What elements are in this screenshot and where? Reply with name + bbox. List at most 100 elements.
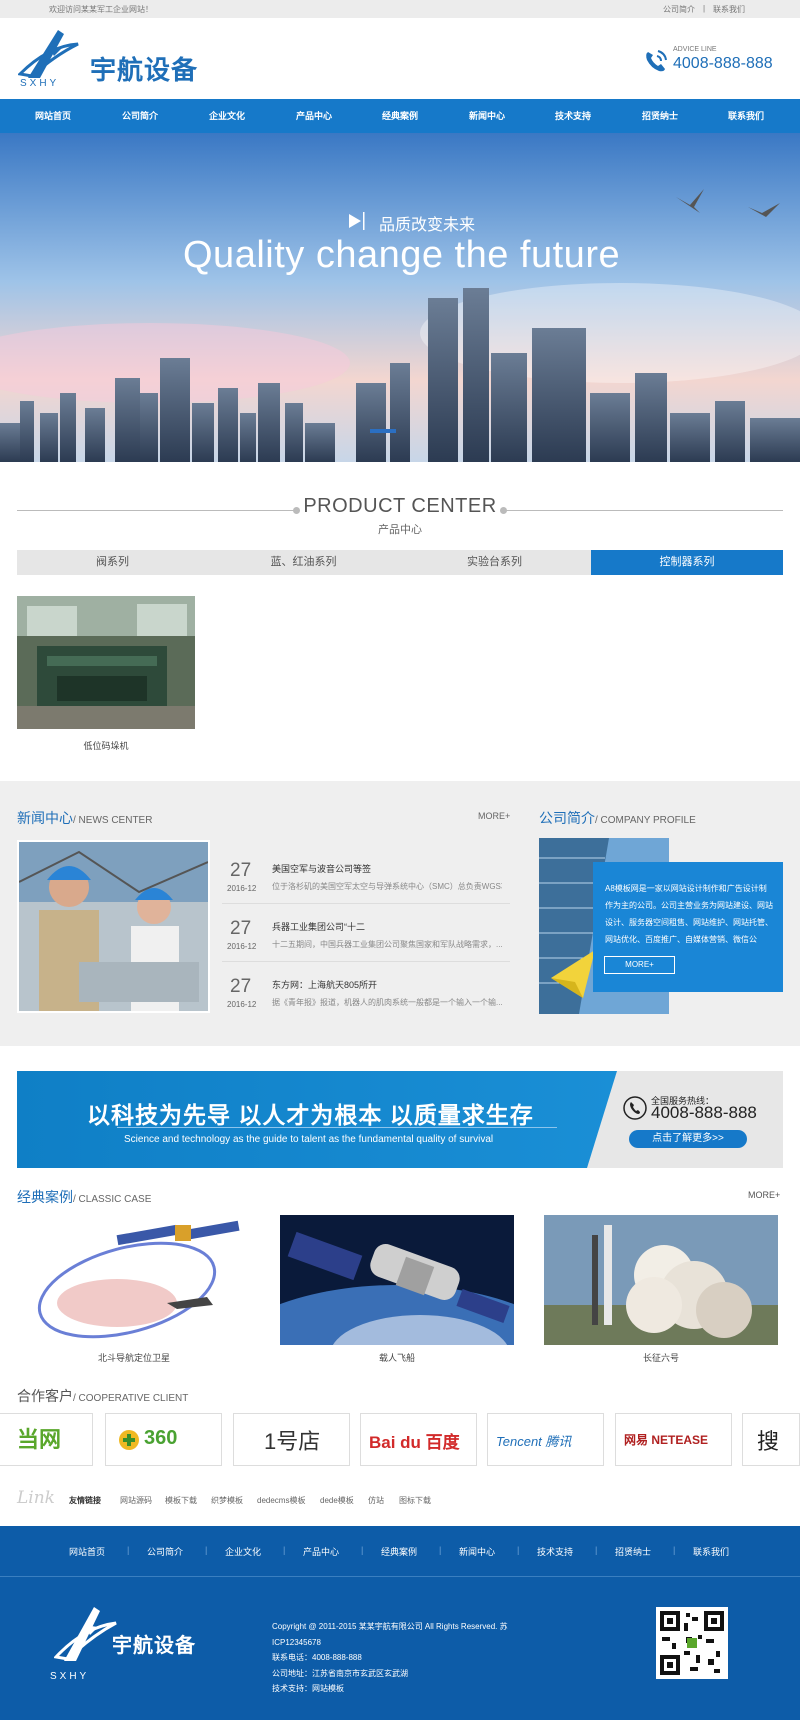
footer-nav-support[interactable]: 技术支持	[537, 1545, 573, 1558]
news-image[interactable]	[17, 840, 210, 1013]
company-more-button[interactable]: MORE+	[604, 956, 675, 974]
engineers-photo	[18, 842, 209, 1011]
company-title-en: / COMPANY PROFILE	[595, 815, 696, 826]
top-bar: 欢迎访问某某军工企业网站！ 公司简介 | 联系我们	[0, 0, 800, 18]
client-logo-yhd[interactable]: 1号店	[233, 1413, 350, 1466]
client-logo-baidu[interactable]: Bai du 百度	[360, 1413, 477, 1466]
footer-nav-sep: |	[517, 1545, 520, 1555]
client-logo-text: Tencent 腾讯	[496, 1434, 572, 1449]
tab-testbench[interactable]: 实验台系列	[399, 550, 590, 575]
nav-cases[interactable]: 经典案例	[365, 99, 435, 133]
footer-nav-cases[interactable]: 经典案例	[381, 1545, 417, 1558]
learn-more-button[interactable]: 点击了解更多>>	[629, 1130, 747, 1148]
footer-nav-sep: |	[205, 1545, 208, 1555]
friend-link[interactable]: dedecms模板	[257, 1495, 305, 1506]
case-caption[interactable]: 长征六号	[544, 1351, 778, 1364]
hero-banner: 品质改变未来 Quality change the future	[0, 133, 800, 462]
client-logo-text: 360	[144, 1427, 178, 1449]
case-caption[interactable]: 载人飞船	[280, 1351, 514, 1364]
nav-jobs[interactable]: 招贤纳士	[625, 99, 695, 133]
news-summary: 十二五期间，中国兵器工业集团公司聚焦国家和军队战略需求，......	[272, 940, 502, 949]
news-item[interactable]: 27 2016-12 东方网：上海航天805所开 据《青年报》报道，机器人的肌肉…	[222, 964, 510, 1020]
footer-nav-about[interactable]: 公司简介	[147, 1545, 183, 1558]
client-logo-360[interactable]: 360	[105, 1413, 222, 1466]
footer-nav-sep: |	[673, 1545, 676, 1555]
client-logo-text: 网易 NETEASE	[624, 1433, 709, 1447]
news-headline[interactable]: 美国空军与波音公司等签	[272, 862, 371, 875]
slogan-cn: 以科技为先导 以人才为根本 以质量求生存	[87, 1102, 534, 1128]
friend-link[interactable]: 网站源码	[120, 1495, 152, 1506]
footer-rocket-logo-icon	[54, 1607, 117, 1661]
palletizer-machine-image	[17, 596, 195, 729]
client-logo-netease[interactable]: 网易 NETEASE	[615, 1413, 732, 1466]
client-logo-sohu[interactable]: 搜	[742, 1413, 800, 1466]
cases-more-link[interactable]: MORE+	[748, 1190, 780, 1200]
phone-icon	[646, 50, 667, 72]
footer-nav-home[interactable]: 网站首页	[69, 1545, 105, 1558]
footer-support: 技术支持：网站模板	[272, 1684, 344, 1693]
advice-label: ADVICE LINE	[673, 46, 717, 53]
footer-nav-contact[interactable]: 联系我们	[693, 1545, 729, 1558]
friend-links: Link 友情链接 网站源码 模板下载 织梦模板 dedecms模板 dede模…	[17, 1488, 787, 1510]
tab-valve[interactable]: 阀系列	[17, 550, 208, 575]
news-title-en: / NEWS CENTER	[73, 815, 153, 826]
tab-oil[interactable]: 蓝、红油系列	[208, 550, 399, 575]
case-image[interactable]	[17, 1215, 251, 1345]
friend-link[interactable]: 模板下载	[165, 1495, 197, 1506]
slogan-banner[interactable]: 以科技为先导 以人才为根本 以质量求生存 Science and technol…	[17, 1071, 783, 1168]
product-caption[interactable]: 低位码垛机	[17, 739, 195, 752]
footer-logo-subtext: SXHY	[50, 1671, 90, 1682]
news-headline[interactable]: 东方网：上海航天805所开	[272, 978, 377, 991]
cases-title-cn: 经典案例	[17, 1189, 73, 1205]
top-link-about[interactable]: 公司简介	[663, 4, 695, 15]
client-logo-text: 1号店	[264, 1429, 321, 1454]
case-caption[interactable]: 北斗导航定位卫星	[17, 1351, 251, 1364]
case-image[interactable]	[280, 1215, 514, 1345]
news-heading: 新闻中心/ NEWS CENTER	[17, 808, 152, 828]
news-item[interactable]: 27 2016-12 兵器工业集团公司“十二 十二五期间，中国兵器工业集团公司聚…	[222, 906, 510, 962]
nav-news[interactable]: 新闻中心	[452, 99, 522, 133]
tab-controller[interactable]: 控制器系列	[591, 550, 783, 575]
nav-home[interactable]: 网站首页	[18, 99, 88, 133]
footer-nav-sep: |	[127, 1545, 130, 1555]
news-date: 2016-12	[227, 1000, 257, 1009]
nav-products[interactable]: 产品中心	[279, 99, 349, 133]
top-link-contact[interactable]: 联系我们	[713, 4, 745, 15]
news-more-link[interactable]: MORE+	[478, 811, 510, 821]
footer: 宇航设备 SXHY Copyright @ 2011-2015 某某宇航有限公司…	[0, 1576, 800, 1720]
footer-nav-sep: |	[439, 1545, 442, 1555]
footer-nav-culture[interactable]: 企业文化	[225, 1545, 261, 1558]
banner-subtitle: 品质改变未来	[379, 217, 476, 234]
footer-phone: 联系电话：4008-888-888	[272, 1653, 362, 1662]
footer-nav-products[interactable]: 产品中心	[303, 1545, 339, 1558]
product-tabs: 阀系列 蓝、红油系列 实验台系列 控制器系列	[17, 550, 783, 575]
client-logo-dangdang[interactable]: 当网	[0, 1413, 93, 1466]
friend-link[interactable]: 仿站	[368, 1495, 384, 1506]
rocket-launch-image	[544, 1215, 778, 1345]
friend-link[interactable]: dede模板	[320, 1495, 354, 1506]
product-image[interactable]	[17, 596, 195, 729]
news-headline[interactable]: 兵器工业集团公司“十二	[272, 920, 365, 933]
footer-nav-news[interactable]: 新闻中心	[459, 1545, 495, 1558]
main-nav: 网站首页 公司简介 企业文化 产品中心 经典案例 新闻中心 技术支持 招贤纳士 …	[0, 99, 800, 133]
news-date: 2016-12	[227, 942, 257, 951]
nav-culture[interactable]: 企业文化	[192, 99, 262, 133]
client-logo-tencent[interactable]: Tencent 腾讯	[487, 1413, 604, 1466]
footer-nav-sep: |	[283, 1545, 286, 1555]
friend-link[interactable]: 织梦模板	[211, 1495, 243, 1506]
footer-nav-jobs[interactable]: 招贤纳士	[615, 1545, 651, 1558]
banner-headline: Quality change the future	[183, 234, 621, 276]
nav-contact[interactable]: 联系我们	[711, 99, 781, 133]
footer-logo-text: 宇航设备	[112, 1635, 196, 1657]
footer-address: 公司地址：江苏省南京市玄武区玄武湖	[272, 1668, 408, 1678]
nav-support[interactable]: 技术支持	[538, 99, 608, 133]
friend-link[interactable]: 图标下载	[399, 1495, 431, 1506]
case-image[interactable]	[544, 1215, 778, 1345]
company-summary-text: A8模板网是一家以网站设计制作和广告设计制作为主的公司。公司主营业务为网站建设、…	[605, 884, 773, 944]
nav-about[interactable]: 公司简介	[105, 99, 175, 133]
advice-phone: 4008-888-888	[673, 55, 773, 72]
logo[interactable]: 宇航设备 SXHY	[16, 26, 228, 91]
news-item[interactable]: 27 2016-12 美国空军与波音公司等签 位于洛杉矶的美国空军太空与导弹系统…	[222, 848, 510, 904]
client-logo-text: 搜	[757, 1429, 780, 1454]
footer-copyright: Copyright @ 2011-2015 某某宇航有限公司 All Right…	[272, 1622, 508, 1647]
